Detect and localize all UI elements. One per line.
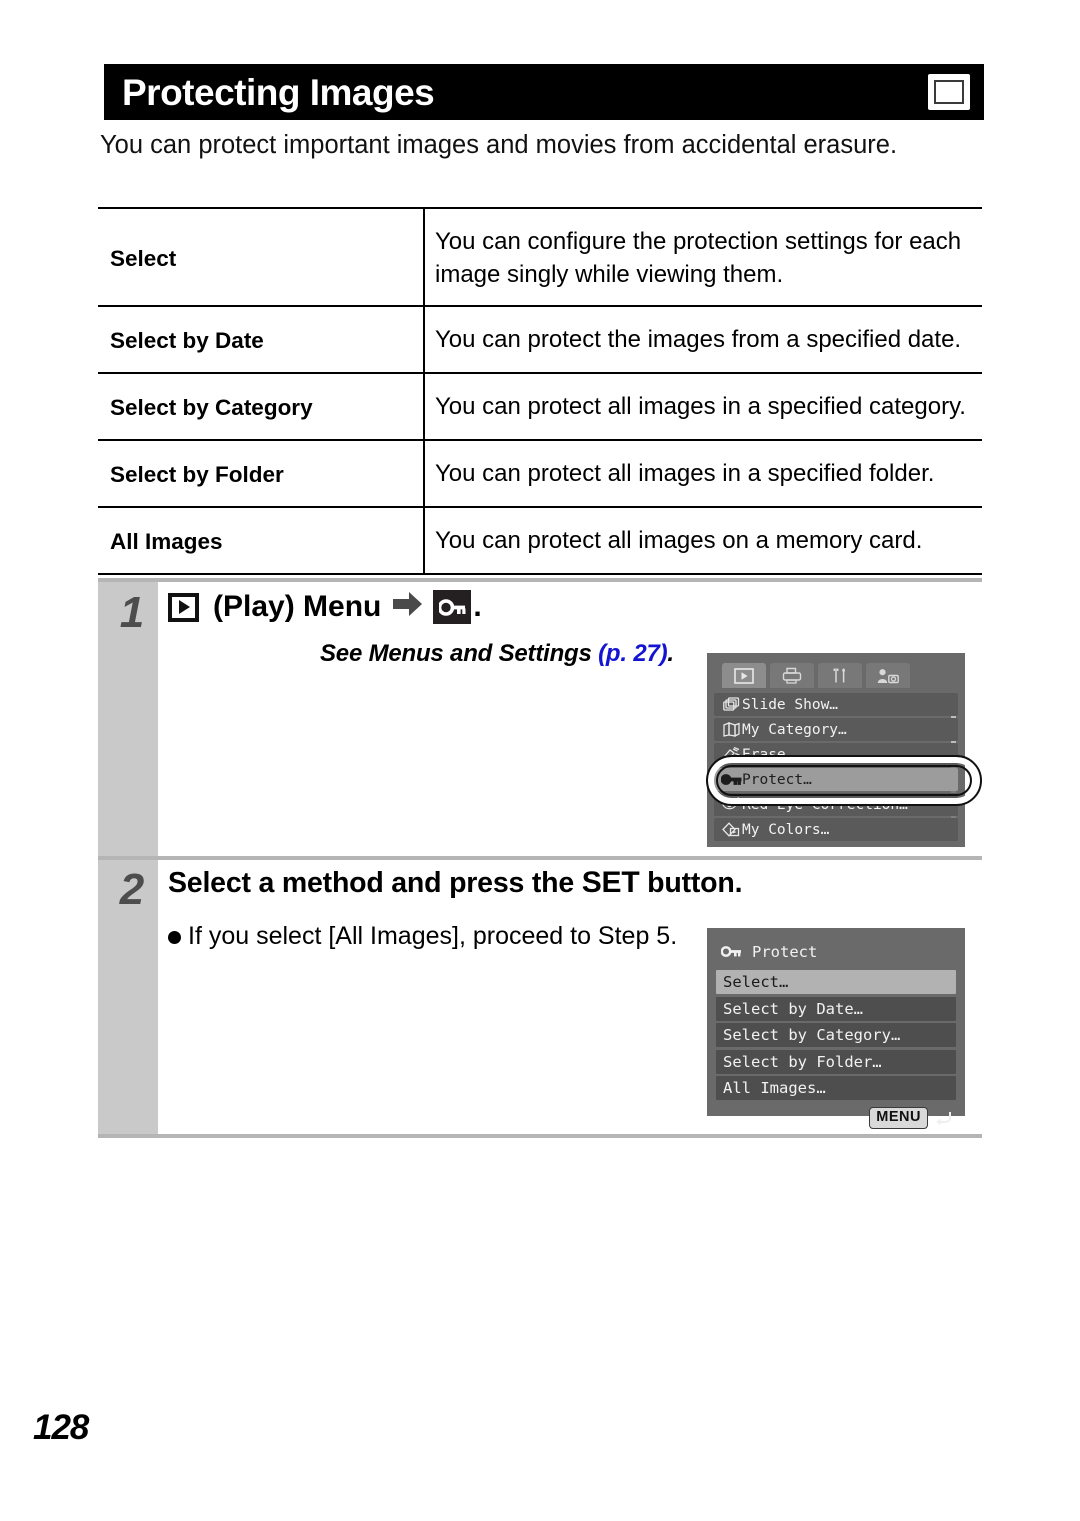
table-row: All Images You can protect all images on… [98,507,982,575]
page-reference-link[interactable]: (p. 27) [598,640,667,667]
camera-lcd-play-menu: Slide Show… My Category… Erase… Protect…… [707,653,965,847]
arrow-right-icon [393,591,423,623]
method-description: You can protect all images in a specifie… [424,440,982,508]
lcd-menu-item-slide-show[interactable]: Slide Show… [714,693,958,716]
settings-tab[interactable] [818,663,862,688]
category-icon [720,722,742,737]
menu-button[interactable]: MENU [869,1107,928,1129]
step-2-bullet-text: If you select [All Images], proceed to S… [188,922,678,951]
method-name: Select by Category [98,373,425,441]
redeye-icon [720,797,742,812]
print-tab[interactable] [770,663,814,688]
lcd-menu-item-label: Red-Eye Correction… [742,796,908,813]
table-row: Select by Date You can protect the image… [98,306,982,374]
step-1-heading: (Play) Menu . [168,590,982,624]
erase-icon [720,747,742,762]
method-description: You can protect the images from a specif… [424,306,982,374]
lcd-protect-option-all-images[interactable]: All Images… [716,1076,956,1100]
step-1-heading-text: (Play) Menu [213,590,382,623]
lcd-protect-title: Protect [720,940,956,964]
lcd-protect-option-select-by-category[interactable]: Select by Category… [716,1023,956,1047]
lcd-protect-option-select[interactable]: Select… [716,970,956,994]
key-icon [720,773,742,786]
table-row: Select by Category You can protect all i… [98,373,982,441]
lcd-protect-option-label: Select by Date… [723,999,863,1018]
lcd-protect-option-label: Select… [723,973,789,991]
intro-paragraph: You can protect important images and mov… [100,131,898,159]
slideshow-icon [720,697,742,712]
manual-page: Protecting Images You can protect import… [0,0,1080,1521]
lcd-protect-option-label: All Images… [723,1079,826,1097]
page-number: 128 [33,1408,89,1447]
protect-key-icon [433,590,472,624]
lcd-protect-title-label: Protect [752,943,818,961]
method-description: You can protect all images on a memory c… [424,507,982,575]
method-name: All Images [98,507,425,575]
method-description: You can protect all images in a specifie… [424,373,982,441]
step-2-heading-a: Select a method and press the [168,867,582,899]
lcd-menu-item-label: Slide Show… [742,696,839,713]
lcd-tab-strip [722,663,958,688]
playback-tab[interactable] [722,663,766,688]
set-button-label: SET [581,866,640,899]
step-1-heading-period: . [473,590,482,623]
page-title: Protecting Images [122,71,435,113]
page-title-bar: Protecting Images [104,64,984,120]
see-also-suffix: . [667,640,674,667]
step-2-number: 2 [119,865,145,914]
method-name: Select [98,207,425,307]
lcd-protect-footer: MENU [716,1107,956,1129]
lcd-menu-item-my-category[interactable]: My Category… [714,718,958,741]
table-row: Select by Folder You can protect all ima… [98,440,982,508]
method-name: Select by Folder [98,440,425,508]
lcd-menu-item-label: Protect… [742,771,812,788]
play-mode-icon [168,592,199,622]
return-arrow-icon [934,1110,952,1126]
lcd-protect-option-label: Select by Category… [723,1026,901,1044]
step-2-heading: Select a method and press the SET button… [168,866,982,899]
lcd-protect-option-select-by-folder[interactable]: Select by Folder… [716,1049,956,1074]
lcd-protect-option-label: Select by Folder… [723,1052,882,1071]
method-description: You can configure the protection setting… [424,207,982,307]
divider [98,578,982,582]
lcd-menu-item-protect[interactable]: Protect… [714,768,958,791]
see-also-text: See Menus and Settings [320,640,599,667]
lcd-menu-item-erase[interactable]: Erase… [714,743,958,766]
step-1-number: 1 [119,588,145,637]
camera-lcd-protect-menu: Protect Select… Select by Date… Select b… [707,928,965,1129]
step-number-column [98,582,158,1138]
step-2-heading-b: button. [639,867,743,899]
mycolors-icon [720,822,742,837]
my-camera-tab[interactable] [866,663,910,688]
lcd-menu-item-label: My Colors… [742,821,830,838]
playback-icon [928,74,970,110]
table-row: Select You can configure the protection … [98,207,982,307]
method-name: Select by Date [98,306,425,374]
lcd-menu-item-label: My Category… [742,721,847,738]
lcd-protect-option-select-by-date[interactable]: Select by Date… [716,996,956,1021]
lcd-menu-item-label: Erase… [742,746,795,763]
divider [98,1134,982,1138]
lcd-menu-list: Slide Show… My Category… Erase… Protect…… [714,693,958,841]
lcd-menu-item-my-colors[interactable]: My Colors… [714,818,958,841]
key-icon [720,943,742,962]
divider [98,856,982,860]
protection-methods-table: Select You can configure the protection … [98,207,982,575]
lcd-menu-item-red-eye-correction[interactable]: Red-Eye Correction… [714,793,958,816]
bullet-dot-icon [168,931,181,945]
